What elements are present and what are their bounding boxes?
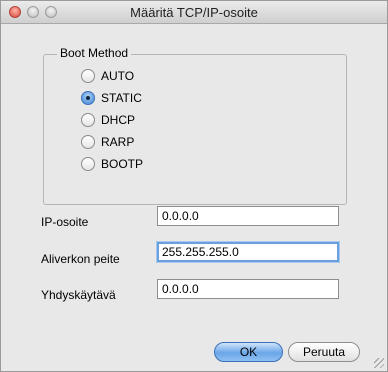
ip-address-label: IP-osoite	[41, 215, 89, 229]
radio-button-icon[interactable]	[81, 135, 95, 149]
title-bar[interactable]: Määritä TCP/IP-osoite	[1, 1, 387, 24]
subnet-mask-field[interactable]	[157, 242, 339, 262]
ok-button[interactable]: OK	[214, 342, 283, 362]
resize-grip-icon[interactable]	[374, 358, 384, 368]
radio-rarp[interactable]: RARP	[81, 134, 134, 150]
radio-static[interactable]: STATIC	[81, 90, 142, 106]
subnet-mask-label: Aliverkon peite	[41, 252, 120, 266]
radio-label: AUTO	[101, 69, 135, 83]
radio-dhcp[interactable]: DHCP	[81, 112, 135, 128]
gateway-field[interactable]	[157, 279, 339, 299]
radio-label: STATIC	[101, 91, 142, 105]
gateway-label: Yhdyskäytävä	[41, 288, 116, 302]
boot-method-title: Boot Method	[57, 46, 132, 60]
window-title: Määritä TCP/IP-osoite	[130, 5, 258, 20]
radio-label: DHCP	[101, 113, 136, 127]
radio-button-icon[interactable]	[81, 113, 95, 127]
radio-auto[interactable]: AUTO	[81, 68, 134, 84]
ip-address-field[interactable]	[157, 206, 339, 226]
radio-label: BOOTP	[101, 157, 144, 171]
radio-button-icon[interactable]	[81, 157, 95, 171]
radio-button-icon[interactable]	[81, 69, 95, 83]
radio-label: RARP	[101, 135, 135, 149]
radio-bootp[interactable]: BOOTP	[81, 156, 143, 172]
cancel-button[interactable]: Peruuta	[288, 342, 360, 362]
dialog-window: Määritä TCP/IP-osoite Boot Method AUTO S…	[0, 0, 388, 372]
radio-button-selected-icon[interactable]	[81, 91, 95, 105]
